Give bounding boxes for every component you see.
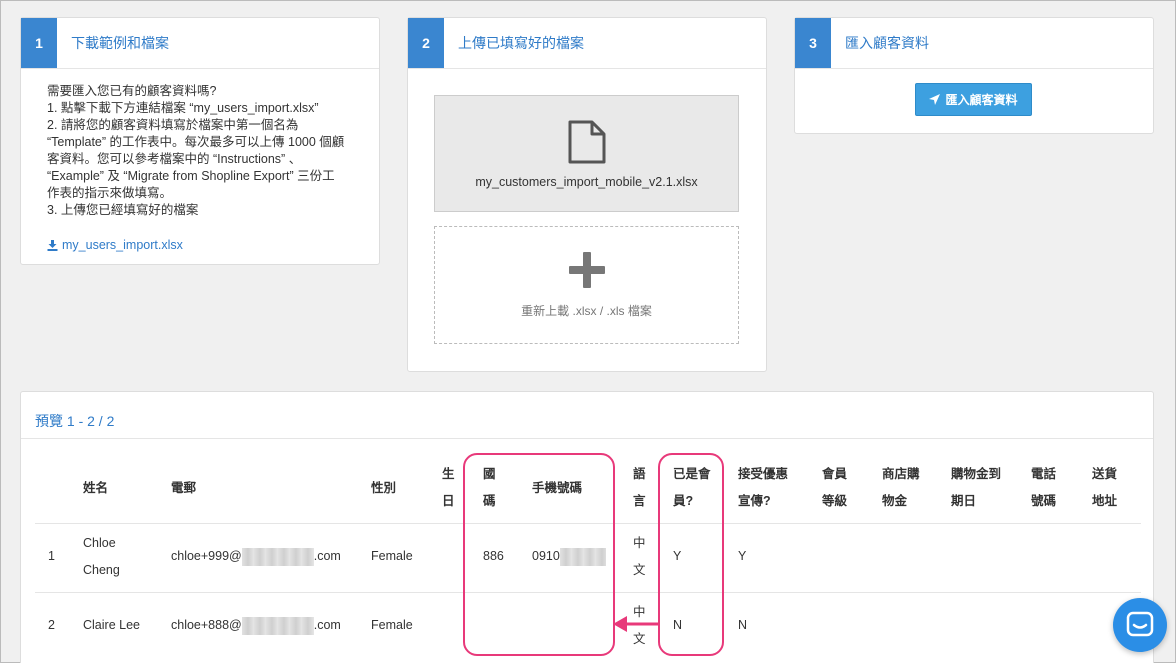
instruction-line: 3. 上傳您已經填寫好的檔案: [47, 203, 199, 217]
row1-name: Chloe Cheng: [83, 530, 120, 584]
name-line: Chloe: [83, 536, 116, 550]
row2-accept-promo: N: [738, 618, 748, 632]
step3-card: 3 匯入顧客資料 匯入顧客資料: [794, 17, 1154, 134]
header-gender: 性別: [371, 481, 397, 495]
header-language: 語 言: [633, 461, 646, 515]
lang-line: 文: [633, 563, 646, 577]
row1-email: chloe+999@ .com: [171, 543, 341, 570]
instruction-line: 作表的指示來做填寫。: [47, 186, 173, 200]
header-line: 等級: [822, 494, 848, 508]
name-line: Cheng: [83, 563, 120, 577]
step3-title: 匯入顧客資料: [845, 35, 929, 51]
row1-accept-promo: Y: [738, 549, 747, 563]
download-icon: [47, 240, 58, 251]
header-line: 地址: [1092, 494, 1118, 508]
step2-number: 2: [408, 18, 444, 68]
header-email: 電郵: [171, 481, 197, 495]
header-line: 購物金到: [951, 467, 1002, 481]
instruction-line: 需要匯入您已有的顧客資料嗎?: [47, 84, 217, 98]
instruction-line: 客資料。您可以參考檔案中的 “Instructions” 、: [47, 152, 302, 166]
highlight-country-mobile: [463, 453, 615, 656]
header-line: 號碼: [1031, 494, 1057, 508]
uploaded-file-name: my_customers_import_mobile_v2.1.xlsx: [475, 174, 698, 189]
row1-language: 中 文: [633, 530, 646, 584]
header-line: 日: [442, 494, 455, 508]
reupload-dropzone[interactable]: 重新上載 .xlsx / .xls 檔案: [434, 226, 739, 344]
step1-instructions: 需要匯入您已有的顧客資料嗎? 1. 點擊下載下方連結檔案 “my_users_i…: [21, 69, 379, 268]
step2-card: 2 上傳已填寫好的檔案 my_customers_import_mobile_v…: [407, 17, 767, 372]
header-line: 生: [442, 467, 455, 481]
highlight-is-member: [658, 453, 724, 656]
row1-index: 1: [48, 549, 55, 563]
step2-title: 上傳已填寫好的檔案: [458, 35, 584, 51]
row2-index: 2: [48, 618, 55, 632]
header-credit-expiry: 購物金到 期日: [951, 461, 1001, 515]
row2-gender: Female: [371, 618, 413, 632]
header-name: 姓名: [83, 481, 109, 495]
header-line: 接受優惠: [738, 467, 789, 481]
email-prefix: chloe+888@: [171, 618, 242, 632]
step2-header: 2 上傳已填寫好的檔案: [408, 18, 766, 69]
instruction-line: “Example” 及 “Migrate from Shopline Expor…: [47, 169, 335, 183]
header-member-tier: 會員 等級: [822, 461, 847, 515]
instruction-line: “Template” 的工作表中。每次最多可以上傳 1000 個顧: [47, 135, 345, 149]
row2-name: Claire Lee: [83, 618, 140, 632]
header-accept-promo: 接受優惠 宣傳?: [738, 461, 788, 515]
step1-card: 1 下載範例和檔案 需要匯入您已有的顧客資料嗎? 1. 點擊下載下方連結檔案 “…: [20, 17, 380, 265]
header-address: 送貨 地址: [1092, 461, 1117, 515]
header-line: 送貨: [1092, 467, 1118, 481]
preview-divider: [21, 438, 1153, 439]
header-birthday: 生 日: [442, 461, 458, 515]
step3-header: 3 匯入顧客資料: [795, 18, 1153, 69]
row1-gender: Female: [371, 549, 413, 563]
reupload-label: 重新上載 .xlsx / .xls 檔案: [521, 303, 652, 318]
import-customers-button[interactable]: 匯入顧客資料: [915, 83, 1032, 116]
header-store-credit: 商店購 物金: [882, 461, 920, 515]
header-line: 宣傳?: [738, 494, 771, 508]
instruction-line: 2. 請將您的顧客資料填寫於檔案中第一個名為: [47, 118, 299, 132]
download-template-link[interactable]: my_users_import.xlsx: [47, 237, 353, 254]
plus-icon: [568, 251, 605, 288]
step1-number: 1: [21, 18, 57, 68]
lang-line: 中: [633, 536, 646, 550]
step1-header: 1 下載範例和檔案: [21, 18, 379, 69]
header-line: 言: [633, 494, 646, 508]
chat-launcher-button[interactable]: [1113, 598, 1167, 652]
instruction-line: 1. 點擊下載下方連結檔案 “my_users_import.xlsx”: [47, 101, 319, 115]
email-suffix: .com: [313, 618, 341, 632]
preview-title: 預覽 1 - 2 / 2: [35, 413, 115, 429]
chat-icon: [1126, 611, 1154, 637]
header-line: 語: [633, 467, 646, 481]
header-line: 物金: [882, 494, 908, 508]
header-line: 商店購: [882, 467, 920, 481]
rocket-icon: [929, 94, 941, 105]
header-line: 期日: [951, 494, 977, 508]
header-line: 電話: [1031, 467, 1057, 481]
email-suffix: .com: [313, 549, 341, 563]
import-button-label: 匯入顧客資料: [945, 93, 1018, 107]
header-phone: 電話 號碼: [1031, 461, 1056, 515]
file-icon: [568, 120, 605, 163]
step1-title: 下載範例和檔案: [71, 35, 169, 51]
download-link-label[interactable]: my_users_import.xlsx: [62, 237, 183, 254]
row2-email: chloe+888@ .com: [171, 612, 341, 639]
email-prefix: chloe+999@: [171, 549, 242, 563]
redacted-block: [241, 547, 314, 566]
redacted-block: [241, 616, 314, 635]
uploaded-file-box: my_customers_import_mobile_v2.1.xlsx: [434, 95, 739, 212]
step3-number: 3: [795, 18, 831, 68]
annotation-arrow-icon: [613, 616, 659, 632]
header-line: 會員: [822, 467, 848, 481]
